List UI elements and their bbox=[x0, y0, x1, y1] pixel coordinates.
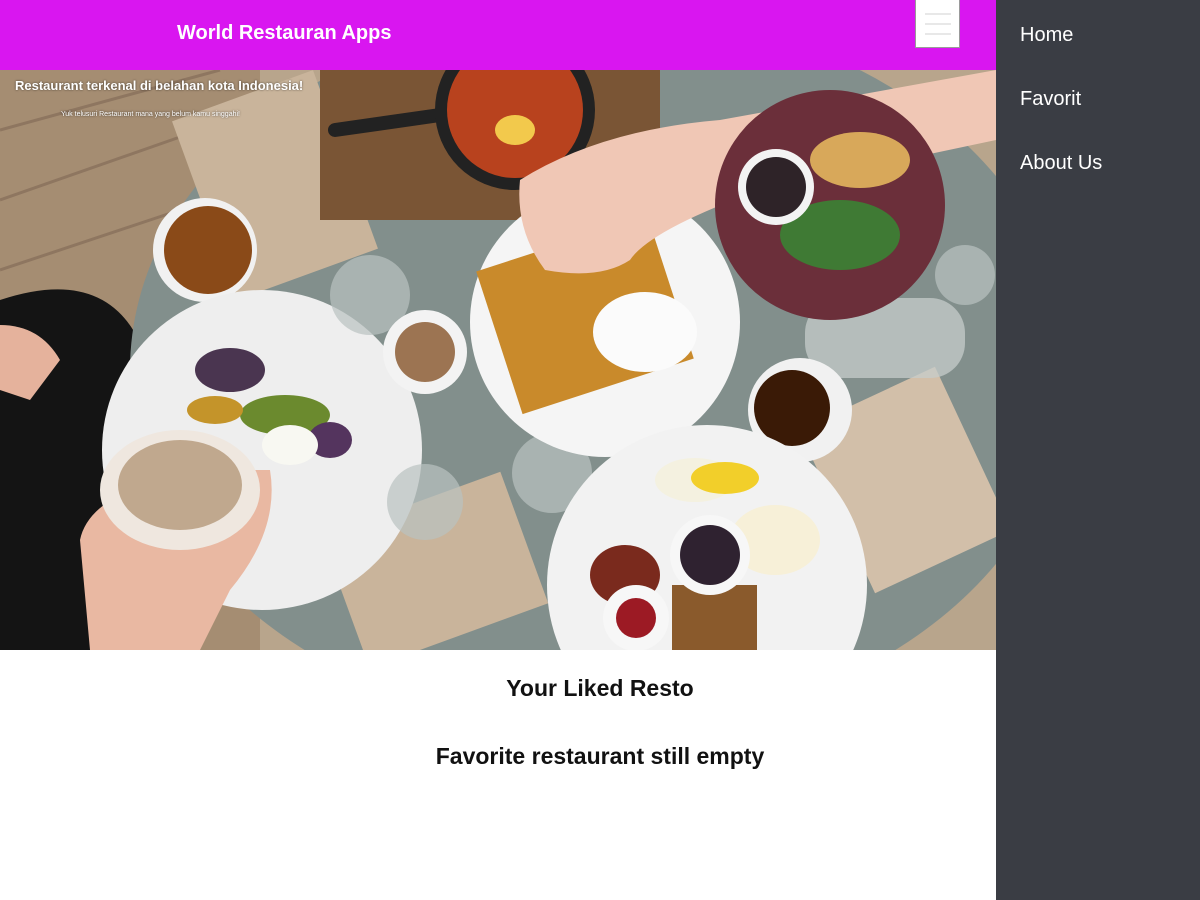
app-root: World Restauran Apps Restaurant terkenal… bbox=[0, 0, 1200, 900]
nav-item-favorit[interactable]: Favorit bbox=[1020, 88, 1081, 111]
nav-drawer: Home Favorit About Us bbox=[996, 0, 1200, 900]
hero-tagline: Restaurant terkenal di belahan kota Indo… bbox=[15, 78, 304, 93]
menu-button[interactable] bbox=[915, 0, 960, 48]
app-bar: World Restauran Apps bbox=[0, 0, 996, 70]
hero-subtext: Yuk telusuri Restaurant mana yang belum … bbox=[61, 111, 240, 118]
hero-image bbox=[0, 70, 996, 650]
nav-item-about-us[interactable]: About Us bbox=[1020, 152, 1102, 175]
nav-item-home[interactable]: Home bbox=[1020, 24, 1073, 47]
app-title: World Restauran Apps bbox=[177, 22, 392, 44]
hero-banner: Restaurant terkenal di belahan kota Indo… bbox=[0, 70, 996, 650]
